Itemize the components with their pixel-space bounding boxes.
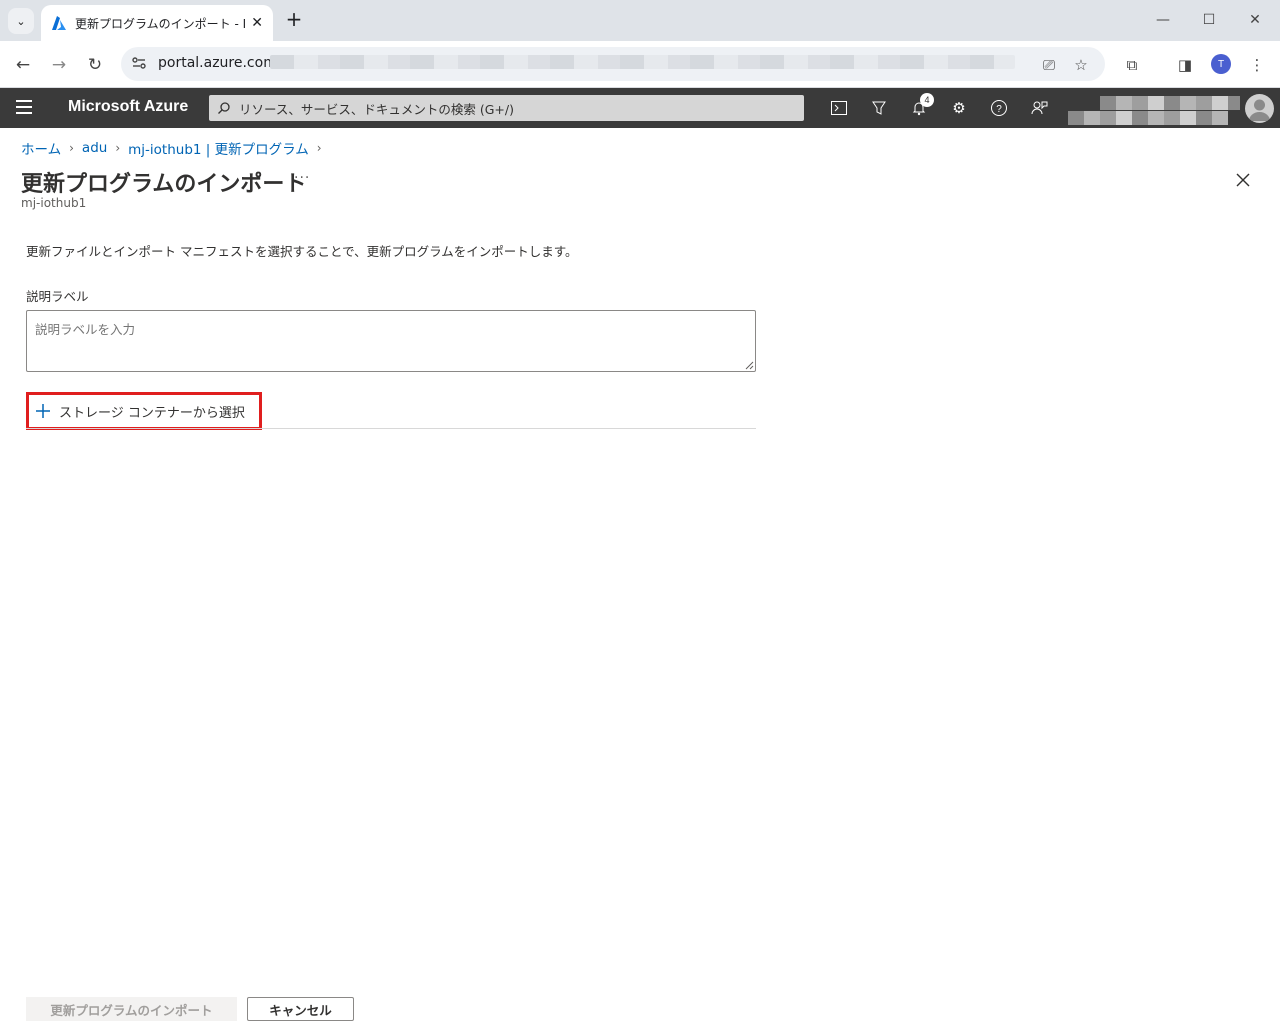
resize-grip-icon[interactable] bbox=[745, 361, 754, 370]
azure-logo-icon bbox=[52, 16, 66, 30]
minimize-icon[interactable]: — bbox=[1140, 6, 1186, 34]
extensions-icon[interactable]: ⧉ bbox=[1119, 52, 1145, 78]
breadcrumb: ホーム › adu › mj-iothub1 | 更新プログラム › bbox=[21, 138, 330, 158]
breadcrumb-iothub-updates[interactable]: mj-iothub1 | 更新プログラム bbox=[128, 138, 309, 158]
site-settings-icon[interactable] bbox=[131, 55, 147, 71]
maximize-icon[interactable]: ☐ bbox=[1186, 6, 1232, 34]
global-search-input[interactable]: リソース、サービス、ドキュメントの検索 (G+/) bbox=[209, 95, 804, 121]
description-label: 説明ラベル bbox=[26, 289, 89, 304]
install-app-icon[interactable]: ⎚ bbox=[1036, 52, 1062, 78]
page-description: 更新ファイルとインポート マニフェストを選択することで、更新プログラムをインポー… bbox=[26, 244, 578, 259]
import-update-button[interactable]: 更新プログラムのインポート bbox=[26, 997, 237, 1021]
reload-icon[interactable]: ↻ bbox=[82, 52, 108, 78]
page-title: 更新プログラムのインポート bbox=[21, 172, 307, 197]
window-close-icon[interactable]: ✕ bbox=[1232, 6, 1278, 34]
side-panel-icon[interactable]: ◨ bbox=[1172, 52, 1198, 78]
redacted-account-name[interactable] bbox=[1100, 96, 1240, 110]
settings-gear-icon[interactable]: ⚙ bbox=[947, 96, 971, 120]
svg-text:?: ? bbox=[996, 104, 1002, 115]
breadcrumb-adu[interactable]: adu bbox=[82, 140, 107, 156]
tab-search-button[interactable]: ⌄ bbox=[8, 8, 34, 34]
profile-avatar[interactable]: T bbox=[1211, 54, 1231, 74]
close-blade-icon[interactable] bbox=[1234, 171, 1252, 189]
plus-icon bbox=[36, 404, 50, 418]
feedback-icon[interactable] bbox=[1027, 96, 1051, 120]
bookmark-star-icon[interactable]: ☆ bbox=[1068, 52, 1094, 78]
chevron-right-icon: › bbox=[115, 141, 121, 155]
divider bbox=[26, 428, 756, 429]
new-tab-button[interactable]: + bbox=[283, 9, 305, 31]
tab-close-icon[interactable]: ✕ bbox=[251, 15, 263, 31]
tab-title: 更新プログラムのインポート - Microsoft Azure bbox=[75, 16, 245, 31]
portal-menu-icon[interactable] bbox=[16, 100, 34, 116]
chevron-right-icon: › bbox=[69, 141, 74, 155]
url-text[interactable]: portal.azure.com/ bbox=[158, 55, 282, 71]
cloud-shell-icon[interactable] bbox=[827, 96, 851, 120]
page-subtitle: mj-iothub1 bbox=[21, 196, 87, 210]
search-placeholder: リソース、サービス、ドキュメントの検索 (G+/) bbox=[239, 101, 514, 117]
cancel-button[interactable]: キャンセル bbox=[247, 997, 354, 1021]
select-from-storage-container-label: ストレージ コンテナーから選択 bbox=[59, 405, 245, 421]
help-icon[interactable]: ? bbox=[987, 96, 1011, 120]
notification-count-badge: 4 bbox=[920, 93, 934, 107]
select-from-storage-container-button[interactable]: ストレージ コンテナーから選択 bbox=[26, 392, 262, 430]
chevron-right-icon: › bbox=[316, 141, 322, 155]
more-options-icon[interactable]: ··· bbox=[294, 170, 310, 186]
forward-icon[interactable]: → bbox=[46, 52, 72, 78]
redacted-account-directory[interactable] bbox=[1068, 111, 1228, 125]
back-icon[interactable]: ← bbox=[10, 52, 36, 78]
breadcrumb-home[interactable]: ホーム bbox=[21, 138, 61, 158]
directory-filter-icon[interactable] bbox=[867, 96, 891, 120]
browser-menu-icon[interactable]: ⋮ bbox=[1244, 52, 1270, 78]
account-avatar[interactable] bbox=[1245, 94, 1274, 123]
redacted-url bbox=[270, 55, 1015, 69]
azure-brand[interactable]: Microsoft Azure bbox=[68, 98, 188, 116]
chevron-down-icon: ⌄ bbox=[16, 14, 26, 28]
browser-tab-active[interactable]: 更新プログラムのインポート - Microsoft Azure ✕ bbox=[41, 5, 273, 41]
search-icon bbox=[218, 102, 230, 114]
description-label-input[interactable] bbox=[26, 310, 756, 372]
